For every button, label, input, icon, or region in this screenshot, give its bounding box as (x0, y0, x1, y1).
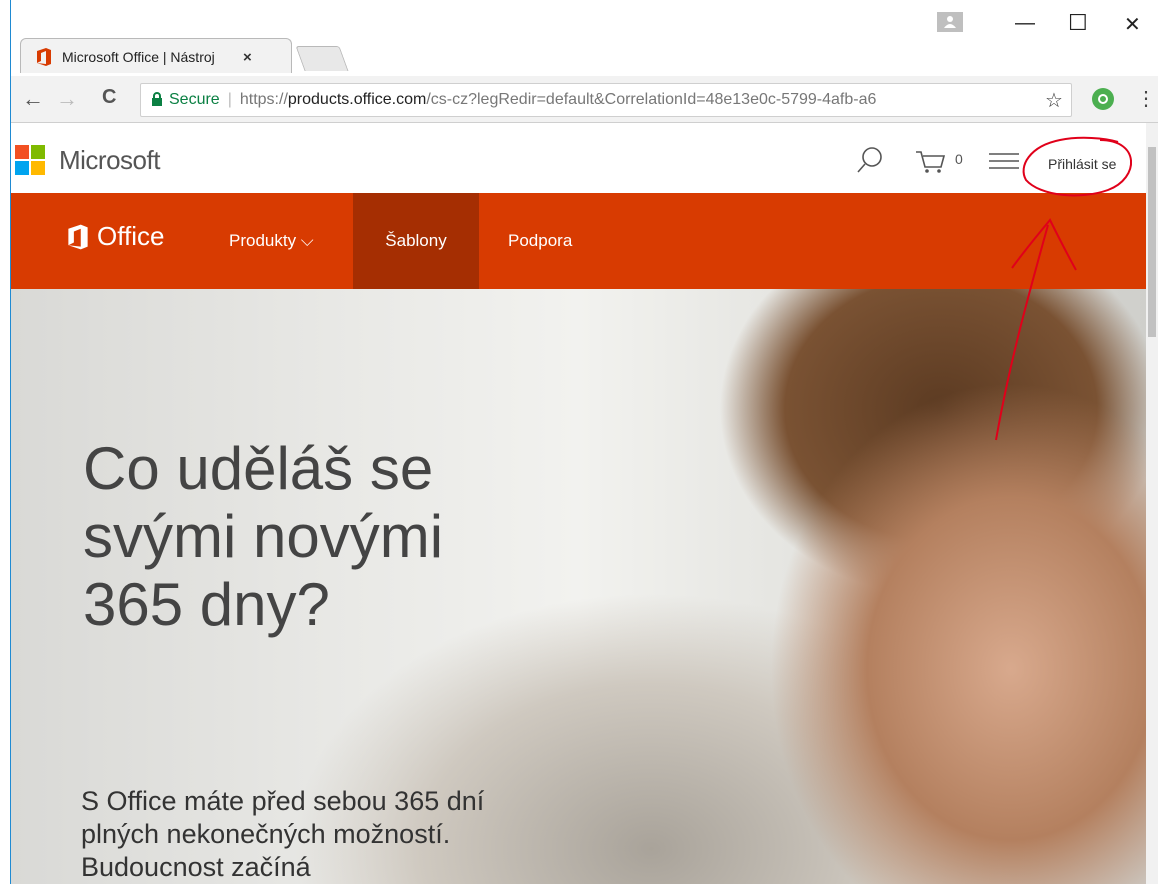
profile-button[interactable] (937, 12, 963, 32)
office-logo-icon (68, 224, 88, 249)
lock-icon (152, 92, 162, 106)
url-separator: | (227, 91, 232, 108)
office-logo[interactable]: Office (67, 221, 164, 252)
scrollbar-thumb[interactable] (1148, 147, 1156, 337)
web-page: Microsoft 0 Přihlásit se Office Produkty… (11, 123, 1146, 884)
microsoft-logo-icon[interactable] (15, 145, 45, 175)
minimize-button[interactable]: — (1015, 12, 1035, 35)
window-border (0, 0, 11, 884)
url-path: /cs-cz?legRedir=default&CorrelationId=48… (426, 91, 877, 108)
hero-banner: Co uděláš se svými novými 365 dny? S Off… (11, 289, 1146, 884)
tab-title: Microsoft Office | Nástroj (62, 49, 215, 65)
maximize-button[interactable]: ☐ (1068, 10, 1088, 36)
hero-subtitle: S Office máte před sebou 365 dní plných … (81, 786, 485, 882)
page-scrollbar[interactable] (1146, 123, 1158, 884)
hero-title: Co uděláš se svými novými 365 dny? (83, 435, 444, 638)
cart-count: 0 (955, 151, 963, 167)
close-window-button[interactable]: ✕ (1124, 12, 1141, 37)
search-icon[interactable] (857, 146, 883, 174)
office-favicon-icon (37, 48, 51, 66)
bookmark-star-icon[interactable]: ☆ (1045, 88, 1063, 113)
browser-tab-content[interactable]: Microsoft Office | Nástroj × (24, 44, 252, 70)
microsoft-brand[interactable]: Microsoft (59, 145, 160, 176)
nav-podpora[interactable]: Podpora (508, 193, 572, 289)
nav-sablony[interactable]: Šablony (353, 193, 479, 289)
sign-in-link[interactable]: Přihlásit se (1048, 156, 1116, 172)
office-nav-bar: Office Produkty ⌵ Šablony Podpora (11, 193, 1146, 289)
tab-close-icon[interactable]: × (243, 49, 252, 66)
hamburger-menu-icon[interactable] (989, 152, 1019, 170)
address-bar[interactable]: Secure | https:// products.office.com /c… (140, 83, 1072, 117)
browser-menu-icon[interactable]: ⋮ (1136, 86, 1156, 111)
reload-button[interactable]: C (102, 86, 116, 109)
url-scheme: https:// (239, 91, 288, 108)
new-tab-button[interactable] (295, 46, 349, 71)
forward-button[interactable]: → (56, 86, 78, 112)
person-icon (944, 16, 956, 28)
secure-label: Secure (169, 91, 220, 108)
cart-icon[interactable] (915, 150, 949, 174)
office-brand: Office (97, 221, 165, 251)
back-button[interactable]: ← (22, 86, 44, 112)
microsoft-header: Microsoft 0 Přihlásit se (11, 123, 1146, 193)
url-host: products.office.com (287, 91, 427, 108)
nav-produkty[interactable]: Produkty ⌵ (229, 193, 314, 289)
extension-icon[interactable] (1092, 88, 1114, 110)
